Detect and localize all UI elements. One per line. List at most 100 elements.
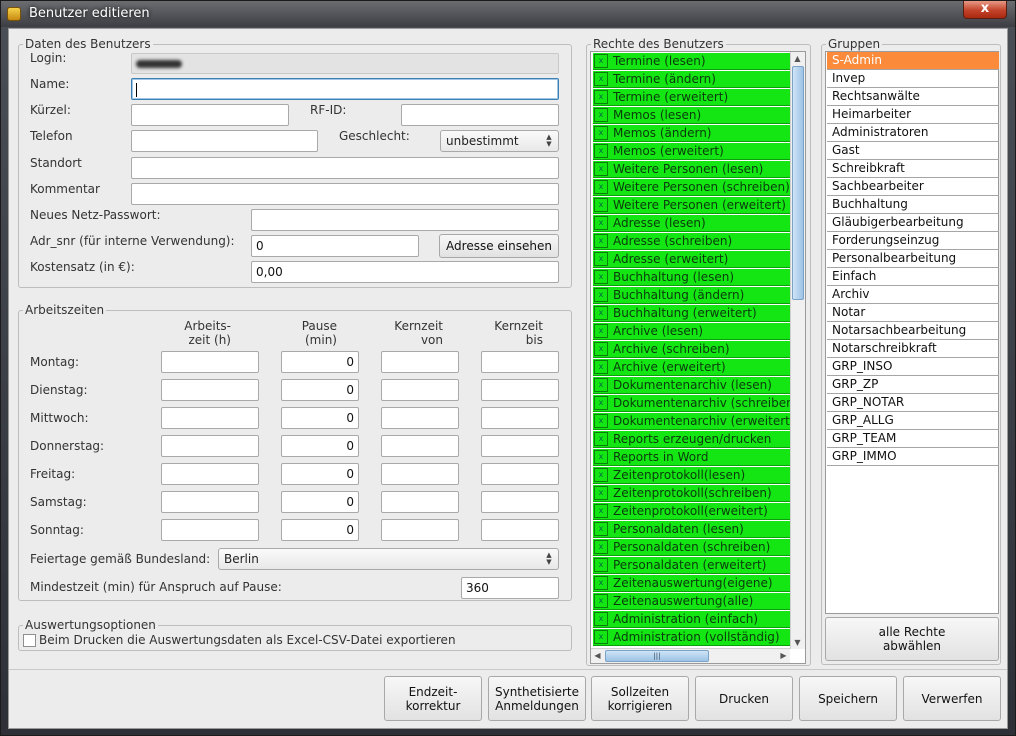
synthetisierte-anmeldungen-button[interactable]: Synthetisierte Anmeldungen (488, 676, 586, 721)
right-item[interactable]: x Termine (ändern) (593, 71, 790, 88)
group-item[interactable]: Gast (827, 142, 999, 160)
kernzeit-von-input[interactable] (381, 463, 459, 485)
check-icon[interactable]: x (594, 594, 608, 608)
right-item[interactable]: x Buchhaltung (erweitert) (593, 305, 790, 322)
right-item[interactable]: x Personaldaten (erweitert) (593, 557, 790, 574)
rights-vertical-thumb[interactable] (792, 66, 804, 300)
check-icon[interactable]: x (594, 180, 608, 194)
group-item[interactable]: Notarschreibkraft (827, 340, 999, 358)
kernzeit-bis-input[interactable] (481, 351, 559, 373)
kernzeit-bis-input[interactable] (481, 519, 559, 541)
sollzeiten-korrigieren-button[interactable]: Sollzeiten korrigieren (591, 676, 689, 721)
right-item[interactable]: x Memos (lesen) (593, 107, 790, 124)
bundesland-select[interactable]: Berlin ▲ ▼ (218, 548, 559, 570)
drucken-button[interactable]: Drucken (695, 676, 793, 721)
group-item[interactable]: Gläubigerbearbeitung (827, 214, 999, 232)
right-item[interactable]: x Personaldaten (lesen) (593, 521, 790, 538)
title-bar[interactable]: Benutzer editieren x (1, 1, 1015, 27)
right-item[interactable]: x Buchhaltung (lesen) (593, 269, 790, 286)
pause-input[interactable]: 0 (281, 463, 359, 485)
alle-rechte-abwaehlen-button[interactable]: alle Rechte abwählen (825, 617, 999, 661)
right-item[interactable]: x Archive (lesen) (593, 323, 790, 340)
check-icon[interactable]: x (594, 252, 608, 266)
check-icon[interactable]: x (594, 72, 608, 86)
kernzeit-von-input[interactable] (381, 351, 459, 373)
scroll-up-icon[interactable]: ▲ (791, 52, 804, 65)
pause-input[interactable]: 0 (281, 407, 359, 429)
arbeitszeit-input[interactable] (161, 407, 259, 429)
group-item[interactable]: Administratoren (827, 124, 999, 142)
group-item[interactable]: Forderungseinzug (827, 232, 999, 250)
groups-listbox[interactable]: S-Admin Invep Rechtsanwälte Heimarbeiter Adm… (825, 51, 999, 614)
right-item[interactable]: x Archive (schreiben) (593, 341, 790, 358)
pause-input[interactable]: 0 (281, 379, 359, 401)
right-item[interactable]: x Zeitenprotokoll(schreiben) (593, 485, 790, 502)
scroll-left-icon[interactable]: ◀ (591, 649, 604, 662)
kernzeit-bis-input[interactable] (481, 463, 559, 485)
right-item[interactable]: x Archive (erweitert) (593, 359, 790, 376)
group-item[interactable]: Personalbearbeitung (827, 250, 999, 268)
check-icon[interactable]: x (594, 144, 608, 158)
check-icon[interactable]: x (594, 522, 608, 536)
right-item[interactable]: x Weitere Personen (lesen) (593, 161, 790, 178)
check-icon[interactable]: x (594, 234, 608, 248)
right-item[interactable]: x Adresse (erweitert) (593, 251, 790, 268)
group-item[interactable]: Heimarbeiter (827, 106, 999, 124)
group-item[interactable]: GRP_INSO (827, 358, 999, 376)
kernzeit-bis-input[interactable] (481, 491, 559, 513)
check-icon[interactable]: x (594, 108, 608, 122)
check-icon[interactable]: x (594, 198, 608, 212)
rights-vertical-scrollbar[interactable]: ▲ ▼ (790, 52, 805, 649)
group-item[interactable]: GRP_ALLG (827, 412, 999, 430)
scroll-down-icon[interactable]: ▼ (791, 636, 804, 649)
name-input[interactable] (131, 78, 559, 100)
kernzeit-bis-input[interactable] (481, 407, 559, 429)
check-icon[interactable]: x (594, 54, 608, 68)
check-icon[interactable]: x (594, 306, 608, 320)
check-icon[interactable]: x (594, 540, 608, 554)
check-icon[interactable]: x (594, 612, 608, 626)
kernzeit-von-input[interactable] (381, 407, 459, 429)
group-item[interactable]: GRP_IMMO (827, 448, 999, 466)
check-icon[interactable]: x (594, 360, 608, 374)
check-icon[interactable]: x (594, 414, 608, 428)
rights-listbox[interactable]: x Termine (lesen) x Termine (ändern) x Termin… (590, 51, 806, 664)
endzeit-korrektur-button[interactable]: Endzeit- korrektur (384, 676, 482, 721)
group-item[interactable]: S-Admin (827, 52, 999, 70)
check-icon[interactable]: x (594, 126, 608, 140)
right-item[interactable]: x Memos (ändern) (593, 125, 790, 142)
right-item[interactable]: x Personaldaten (schreiben) (593, 539, 790, 556)
scroll-right-icon[interactable]: ▶ (777, 649, 790, 662)
right-item[interactable]: x Weitere Personen (erweitert) (593, 197, 790, 214)
group-item[interactable]: Archiv (827, 286, 999, 304)
group-item[interactable]: GRP_ZP (827, 376, 999, 394)
arbeitszeit-input[interactable] (161, 351, 259, 373)
group-item[interactable]: Schreibkraft (827, 160, 999, 178)
kernzeit-von-input[interactable] (381, 435, 459, 457)
arbeitszeit-input[interactable] (161, 379, 259, 401)
check-icon[interactable]: x (594, 558, 608, 572)
right-item[interactable]: x Administration (vollständig) (593, 629, 790, 646)
group-item[interactable]: Buchhaltung (827, 196, 999, 214)
close-button[interactable]: x (963, 1, 1007, 19)
check-icon[interactable]: x (594, 630, 608, 644)
kommentar-input[interactable] (131, 183, 559, 205)
verwerfen-button[interactable]: Verwerfen (903, 676, 1001, 721)
pause-input[interactable]: 0 (281, 519, 359, 541)
kernzeit-von-input[interactable] (381, 519, 459, 541)
right-item[interactable]: x Dokumentenarchiv (schreiben) (593, 395, 790, 412)
check-icon[interactable]: x (594, 450, 608, 464)
standort-input[interactable] (131, 157, 559, 179)
kuerzel-input[interactable] (131, 104, 289, 126)
mindestzeit-input[interactable]: 360 (461, 577, 559, 599)
adr-input[interactable]: 0 (251, 235, 419, 257)
adresse-einsehen-button[interactable]: Adresse einsehen (439, 234, 559, 258)
check-icon[interactable]: x (594, 468, 608, 482)
check-icon[interactable]: x (594, 576, 608, 590)
group-item[interactable]: Rechtsanwälte (827, 88, 999, 106)
kernzeit-bis-input[interactable] (481, 435, 559, 457)
right-item[interactable]: x Reports in Word (593, 449, 790, 466)
kernzeit-von-input[interactable] (381, 379, 459, 401)
right-item[interactable]: x Termine (erweitert) (593, 89, 790, 106)
kosten-input[interactable]: 0,00 (251, 261, 559, 283)
